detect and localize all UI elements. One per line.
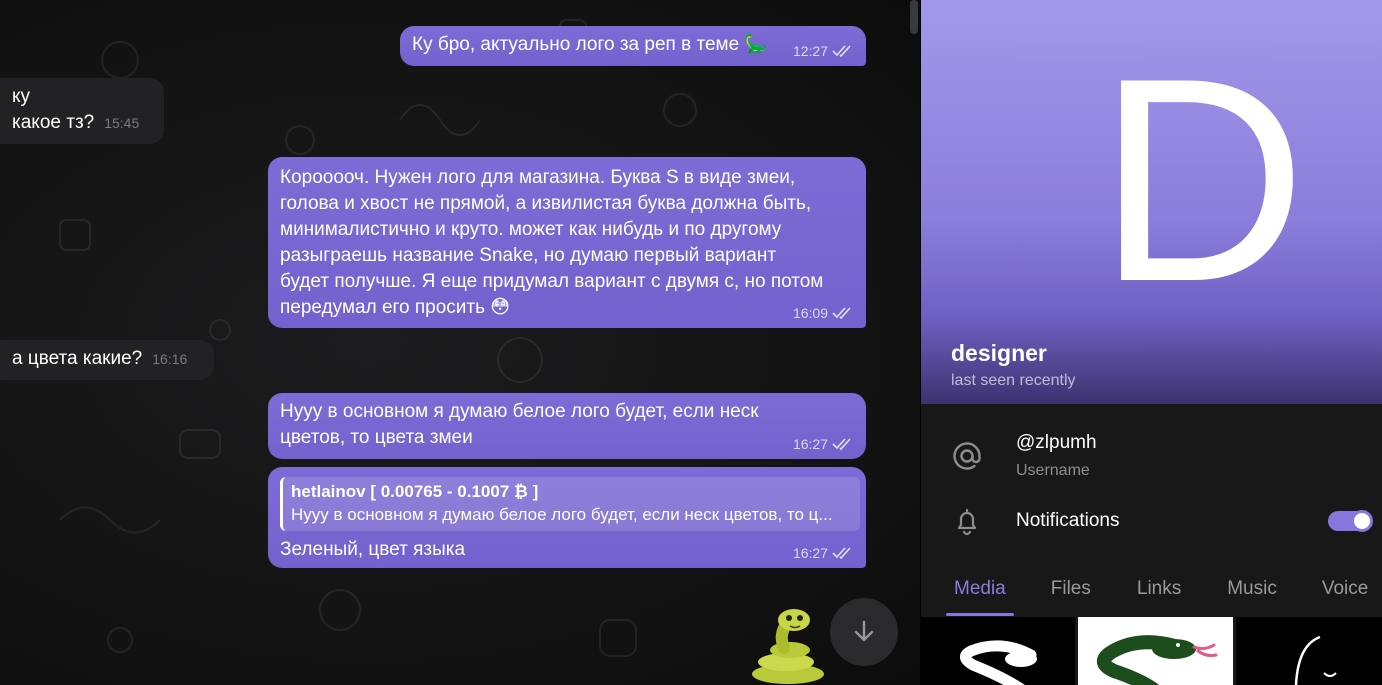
message-text-line: Нууу в основном я думаю белое лого будет…	[280, 401, 759, 422]
double-check-icon	[832, 547, 851, 559]
message-text-line: какое тз?	[12, 112, 95, 133]
media-thumbnail[interactable]	[921, 617, 1075, 685]
message-text: а цвета какие?	[12, 348, 143, 369]
reply-author: hetlainov [ 0.00765 - 0.1007 ₿ ]	[291, 482, 539, 501]
chat-area[interactable]: Ку бро, актуально лого за реп в теме 🦕 1…	[0, 0, 920, 685]
message-text-line: будет получше. Я еще придумал вариант с …	[280, 271, 824, 292]
tab-files[interactable]: Files	[1051, 562, 1091, 616]
media-thumbnail[interactable]	[1078, 617, 1233, 685]
message-outgoing[interactable]: Корооооч. Нужен лого для магазина. Буква…	[268, 157, 866, 328]
arrow-down-icon	[854, 620, 874, 642]
profile-panel: D designer last seen recently @zlpumh Us…	[920, 0, 1382, 685]
username-value[interactable]: @zlpumh	[1016, 432, 1097, 454]
bell-icon	[957, 508, 977, 536]
notifications-label: Notifications	[1016, 510, 1120, 531]
tab-links[interactable]: Links	[1137, 562, 1181, 616]
scroll-down-button[interactable]	[830, 598, 898, 666]
media-thumbnail[interactable]	[1236, 617, 1382, 685]
reply-preview[interactable]: hetlainov [ 0.00765 - 0.1007 ₿ ] Нууу в …	[280, 477, 860, 531]
message-outgoing[interactable]: Нууу в основном я думаю белое лого будет…	[268, 393, 866, 459]
chat-scrollbar[interactable]	[910, 0, 918, 34]
at-icon	[953, 442, 981, 470]
reply-text: Нууу в основном я думаю белое лого будет…	[291, 505, 833, 524]
message-text-line: цветов, то цвета змеи	[280, 427, 473, 448]
message-time: 16:27	[793, 437, 854, 451]
message-time: 12:27	[793, 44, 854, 58]
message-time: 16:27	[793, 546, 854, 560]
message-text-line: голова и хвост не прямой, а извилистая б…	[280, 193, 812, 214]
message-incoming[interactable]: ку какое тз? 15:45	[0, 78, 164, 144]
tab-music[interactable]: Music	[1227, 562, 1277, 616]
message-time: 16:09	[793, 306, 854, 320]
message-time: 15:45	[104, 115, 140, 131]
message-incoming[interactable]: а цвета какие? 16:16	[0, 340, 214, 380]
message-text: Ку бро, актуально лого за реп в теме 🦕	[412, 34, 769, 55]
message-outgoing-reply[interactable]: hetlainov [ 0.00765 - 0.1007 ₿ ] Нууу в …	[268, 467, 866, 568]
double-check-icon	[832, 438, 851, 450]
profile-status: last seen recently	[951, 372, 1076, 389]
media-tabs: Media Files Links Music Voice	[921, 562, 1382, 616]
message-time: 16:16	[152, 351, 188, 367]
message-text-line: разыграешь название Snake, но думаю перв…	[280, 245, 777, 266]
username-label: Username	[1016, 462, 1090, 479]
profile-name: designer	[951, 340, 1047, 366]
notifications-toggle[interactable]	[1328, 510, 1373, 532]
message-text-line: передумал его просить 😳	[280, 297, 511, 318]
message-text-line: Корооооч. Нужен лого для магазина. Буква…	[280, 167, 796, 188]
message-outgoing[interactable]: Ку бро, актуально лого за реп в теме 🦕 1…	[400, 26, 866, 66]
message-text-line: минималистично и круто. может как нибудь…	[280, 219, 782, 240]
double-check-icon	[832, 45, 851, 57]
tab-voice[interactable]: Voice	[1322, 562, 1368, 616]
tab-media[interactable]: Media	[946, 562, 1014, 616]
avatar[interactable]: D	[921, 30, 1382, 330]
profile-header: D designer last seen recently	[921, 0, 1382, 404]
snake-sticker[interactable]	[748, 608, 828, 685]
message-text-line: ку	[12, 86, 31, 107]
double-check-icon	[832, 307, 851, 319]
message-text: Зеленый, цвет языка	[280, 539, 466, 560]
